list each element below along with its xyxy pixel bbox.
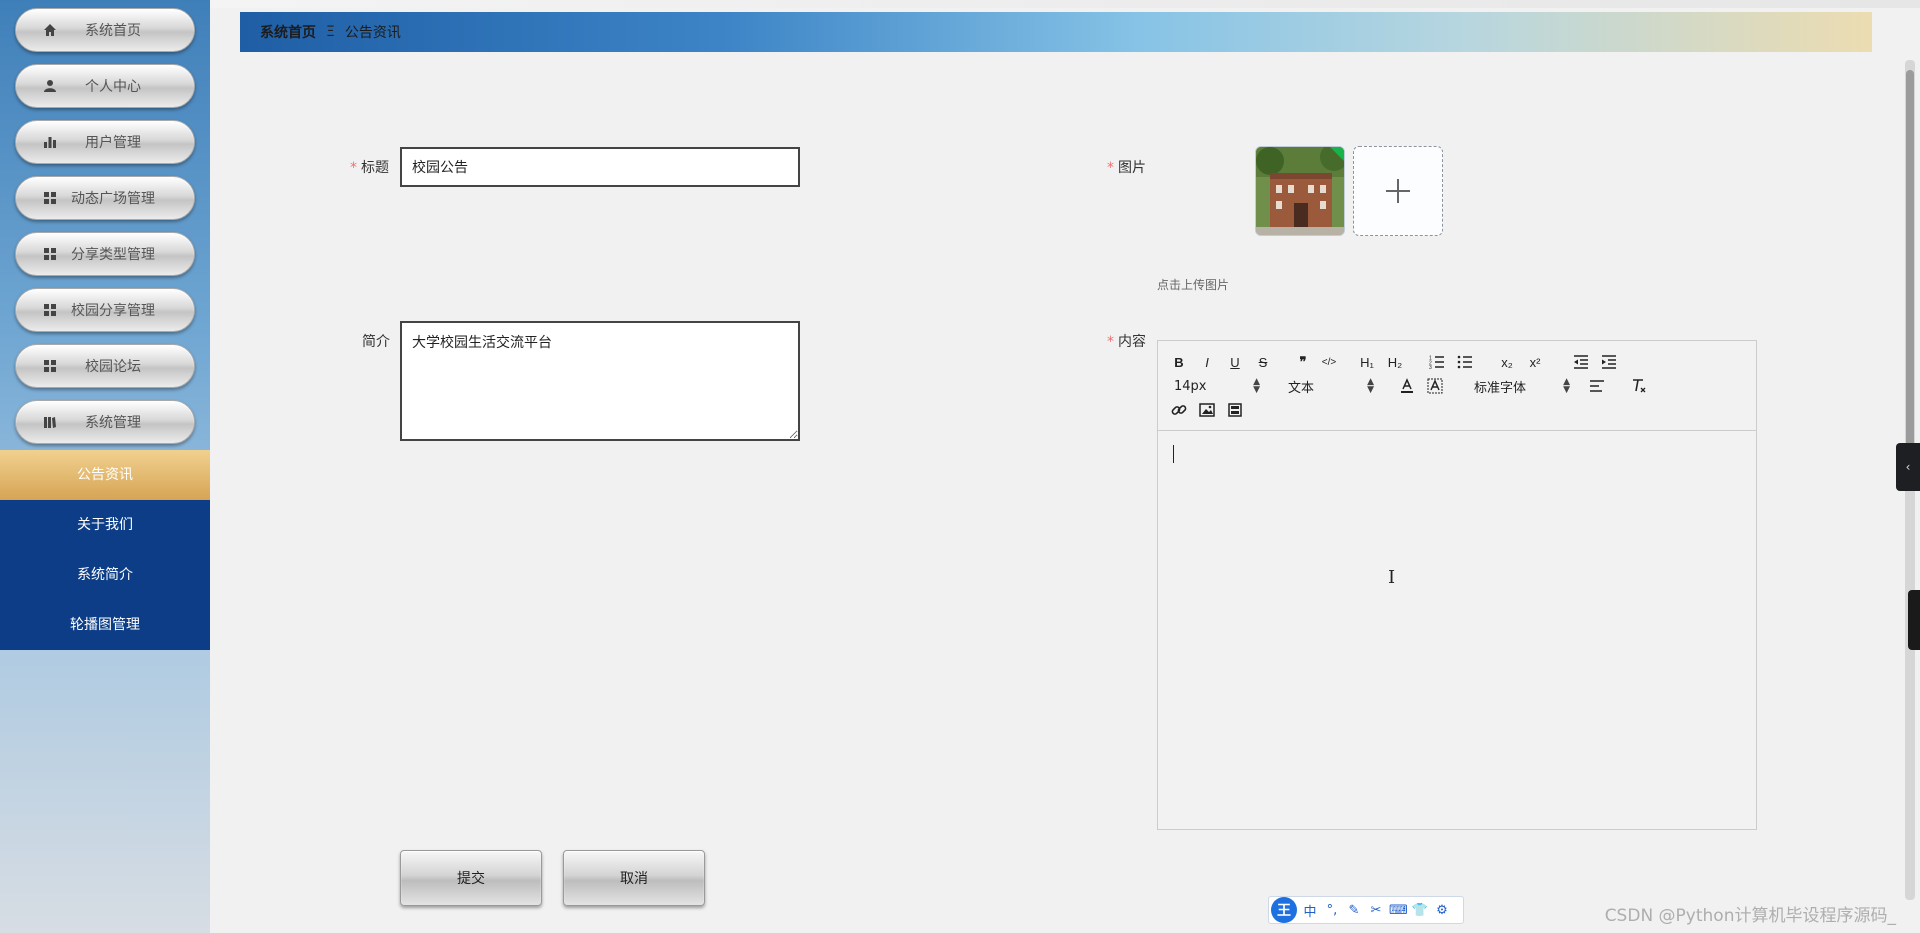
breadcrumb-current: 公告资讯 bbox=[344, 25, 401, 41]
h1-button[interactable]: H₁ bbox=[1358, 351, 1376, 373]
nav-item-label: 系统首页 bbox=[85, 23, 141, 39]
nav-item-share-type[interactable]: 分享类型管理 bbox=[15, 232, 195, 276]
italic-button[interactable]: I bbox=[1198, 351, 1216, 373]
system-submenu: 公告资讯 关于我们 系统简介 轮播图管理 bbox=[0, 450, 210, 650]
clear-format-icon[interactable] bbox=[1630, 375, 1648, 397]
code-block-button[interactable]: </> bbox=[1320, 351, 1338, 373]
breadcrumb: 系统首页 Ξ 公告资讯 bbox=[240, 12, 1872, 52]
image-icon[interactable] bbox=[1198, 399, 1216, 421]
editor-toolbar: B I U S ❞ </> H₁ H₂ 123 x₂ x² 14px ▲ ▼ 文… bbox=[1158, 341, 1756, 431]
toolbar-row-1: B I U S ❞ </> H₁ H₂ 123 x₂ x² bbox=[1158, 351, 1756, 373]
toolbar-row-3 bbox=[1158, 399, 1756, 421]
cancel-button[interactable]: 取消 bbox=[563, 850, 705, 906]
grid-icon bbox=[42, 246, 58, 262]
grid-icon bbox=[42, 190, 58, 206]
subscript-button[interactable]: x₂ bbox=[1498, 351, 1516, 373]
keyboard-icon[interactable]: ⌨ bbox=[1389, 903, 1408, 918]
nav-item-campus-share[interactable]: 校园分享管理 bbox=[15, 288, 195, 332]
nav-item-personal-center[interactable]: 个人中心 bbox=[15, 64, 195, 108]
nav-item-label: 校园分享管理 bbox=[71, 303, 155, 319]
page-scrollbar-thumb[interactable] bbox=[1906, 70, 1914, 490]
top-strip bbox=[210, 0, 1920, 8]
select-arrows-icon: ▲ ▼ bbox=[1367, 377, 1374, 395]
underline-button[interactable]: U bbox=[1226, 351, 1244, 373]
toolbar-row-2: 14px ▲ ▼ 文本 ▲ ▼ 标准字体 ▲ ▼ bbox=[1158, 375, 1756, 397]
book-icon bbox=[42, 414, 58, 430]
breadcrumb-home-link[interactable]: 系统首页 bbox=[260, 22, 316, 42]
uploaded-image-thumbnail[interactable] bbox=[1255, 146, 1345, 236]
indent-icon[interactable] bbox=[1600, 351, 1618, 373]
nav-item-label: 分享类型管理 bbox=[71, 247, 155, 263]
sidebar: 系统首页 个人中心 用户管理 动态广场管理 分享类型管理 校园分享管理 校园论坛… bbox=[0, 0, 210, 933]
content-label: * 内容 bbox=[1107, 334, 1146, 350]
ime-toolbar: 王 中 °, ✎ ✂ ⌨ 👕 ⚙ bbox=[1268, 896, 1464, 924]
font-family-select[interactable]: 标准字体 ▲ ▼ bbox=[1474, 375, 1570, 397]
chevron-left-icon: ‹ bbox=[1905, 460, 1911, 474]
select-arrows-icon: ▲ ▼ bbox=[1563, 377, 1570, 395]
grid-icon bbox=[42, 358, 58, 374]
ordered-list-icon[interactable]: 123 bbox=[1428, 351, 1446, 373]
header-select[interactable]: 文本 ▲ ▼ bbox=[1288, 375, 1374, 397]
ime-mode-toggle[interactable]: 中 bbox=[1301, 901, 1319, 920]
plus-icon bbox=[1386, 179, 1410, 203]
font-color-icon[interactable] bbox=[1398, 375, 1416, 397]
nav-item-label: 校园论坛 bbox=[85, 359, 141, 375]
submenu-item-about-us[interactable]: 关于我们 bbox=[0, 500, 210, 550]
settings-gear-icon[interactable]: ⚙ bbox=[1433, 903, 1451, 918]
submit-button[interactable]: 提交 bbox=[400, 850, 542, 906]
watermark-text: CSDN @Python计算机毕设程序源码_ bbox=[1604, 906, 1896, 926]
side-widget[interactable] bbox=[1908, 590, 1920, 650]
outdent-icon[interactable] bbox=[1572, 351, 1590, 373]
align-icon[interactable] bbox=[1588, 375, 1606, 397]
editor-content-area[interactable]: I bbox=[1158, 431, 1756, 829]
nav-item-user-management[interactable]: 用户管理 bbox=[15, 120, 195, 164]
font-size-select[interactable]: 14px ▲ ▼ bbox=[1174, 375, 1260, 397]
upload-tip: 点击上传图片 bbox=[1157, 278, 1230, 292]
breadcrumb-separator: Ξ bbox=[326, 24, 335, 40]
intro-textarea[interactable]: 大学校园生活交流平台 bbox=[400, 321, 800, 441]
bold-button[interactable]: B bbox=[1170, 351, 1188, 373]
link-icon[interactable] bbox=[1170, 399, 1188, 421]
nav-item-label: 动态广场管理 bbox=[71, 191, 155, 207]
shirt-icon[interactable]: 👕 bbox=[1411, 903, 1429, 918]
bullet-list-icon[interactable] bbox=[1456, 351, 1474, 373]
nav-item-home[interactable]: 系统首页 bbox=[15, 8, 195, 52]
h2-button[interactable]: H₂ bbox=[1386, 351, 1404, 373]
rich-text-editor: B I U S ❞ </> H₁ H₂ 123 x₂ x² 14px ▲ ▼ 文… bbox=[1157, 340, 1757, 830]
bar-chart-icon bbox=[42, 134, 58, 150]
upload-add-button[interactable] bbox=[1353, 146, 1443, 236]
home-icon bbox=[42, 22, 58, 38]
nav-item-system-management[interactable]: 系统管理 bbox=[15, 400, 195, 444]
title-label: * 标题 bbox=[350, 160, 389, 176]
nav-item-label: 个人中心 bbox=[85, 79, 141, 95]
title-input[interactable] bbox=[400, 147, 800, 187]
text-caret bbox=[1173, 445, 1174, 463]
video-icon[interactable] bbox=[1226, 399, 1244, 421]
strike-button[interactable]: S bbox=[1254, 351, 1272, 373]
image-label: * 图片 bbox=[1107, 160, 1146, 176]
mouse-ibeam-cursor: I bbox=[1388, 567, 1396, 588]
nav-item-label: 系统管理 bbox=[85, 415, 141, 431]
user-icon bbox=[42, 78, 58, 94]
submenu-item-system-intro[interactable]: 系统简介 bbox=[0, 550, 210, 600]
svg-text:3: 3 bbox=[1429, 365, 1432, 369]
collapse-panel-button[interactable]: ‹ bbox=[1896, 443, 1920, 491]
nav-item-campus-forum[interactable]: 校园论坛 bbox=[15, 344, 195, 388]
select-arrows-icon: ▲ ▼ bbox=[1253, 377, 1260, 395]
nav-item-dynamic-square[interactable]: 动态广场管理 bbox=[15, 176, 195, 220]
background-color-icon[interactable] bbox=[1426, 375, 1444, 397]
submenu-item-carousel[interactable]: 轮播图管理 bbox=[0, 600, 210, 650]
ime-logo-icon[interactable]: 王 bbox=[1271, 897, 1297, 923]
nav-item-label: 用户管理 bbox=[85, 135, 141, 151]
blockquote-button[interactable]: ❞ bbox=[1294, 351, 1312, 373]
superscript-button[interactable]: x² bbox=[1526, 351, 1544, 373]
submenu-item-announcements[interactable]: 公告资讯 bbox=[0, 450, 210, 500]
intro-label: 简介 bbox=[362, 334, 390, 350]
ime-punctuation-toggle[interactable]: °, bbox=[1323, 903, 1341, 918]
pen-icon[interactable]: ✎ bbox=[1345, 903, 1363, 918]
scissors-icon[interactable]: ✂ bbox=[1367, 903, 1385, 918]
grid-icon bbox=[42, 302, 58, 318]
